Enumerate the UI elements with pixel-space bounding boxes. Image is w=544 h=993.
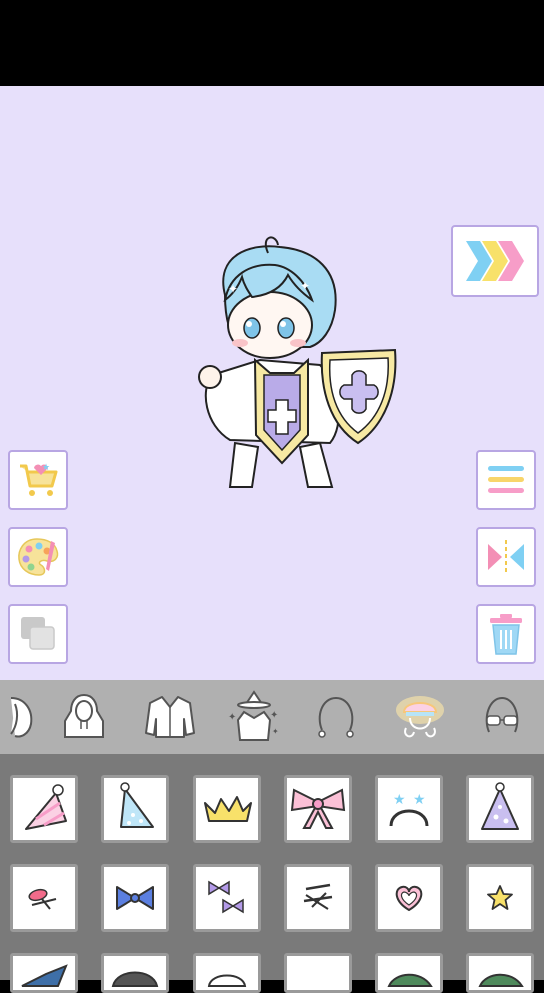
item-yellow-crown[interactable] — [193, 775, 261, 843]
party-hat-icon — [25, 784, 67, 830]
palette-button[interactable] — [8, 527, 68, 587]
hamburger-icon — [488, 466, 524, 493]
item-heart-pin[interactable] — [375, 864, 443, 932]
triple-chevron-right-icon — [466, 241, 524, 281]
palette-icon — [18, 538, 59, 576]
delete-button[interactable] — [476, 604, 536, 664]
ribbon-icon — [290, 788, 346, 829]
star-icon — [487, 885, 513, 910]
svg-text:★: ★ — [393, 792, 406, 808]
dark-hat-icon — [111, 971, 159, 987]
tab-hair[interactable] — [0, 680, 50, 754]
item-star-headband[interactable]: ★ ★ — [375, 775, 443, 843]
tab-accessory[interactable] — [384, 680, 456, 754]
mini-bows-icon — [208, 880, 244, 914]
svg-text:✦: ✦ — [270, 710, 278, 721]
party-hat-icon — [481, 782, 519, 830]
svg-text:★: ★ — [413, 792, 426, 808]
heart-icon — [395, 885, 423, 912]
layers-button[interactable] — [8, 604, 68, 664]
svg-text:✦: ✦ — [272, 727, 279, 736]
item-pink-party-hat[interactable] — [10, 775, 78, 843]
green-hat-icon — [478, 973, 524, 987]
tab-face[interactable] — [300, 680, 372, 754]
item-blue-party-hat[interactable] — [101, 775, 169, 843]
tab-jacket[interactable] — [134, 680, 206, 754]
item-partial-1[interactable] — [10, 953, 78, 993]
tab-hoodie[interactable] — [48, 680, 120, 754]
hoodie-icon — [64, 693, 104, 738]
svg-text:★: ★ — [42, 463, 50, 473]
item-star-pin[interactable] — [466, 864, 534, 932]
star-headband-icon: ★ ★ — [389, 792, 429, 827]
hair-icon — [10, 697, 33, 738]
svg-text:✦: ✦ — [228, 282, 238, 296]
shopping-cart-icon: ★ — [20, 463, 58, 496]
chibi-knight-character: ✦ ✦ — [198, 236, 397, 488]
next-button[interactable] — [451, 225, 539, 297]
tab-glasses[interactable] — [466, 680, 538, 754]
menu-button[interactable] — [476, 450, 536, 510]
party-hat-icon — [120, 782, 154, 828]
item-partial-6[interactable] — [466, 953, 534, 993]
bow-icon — [116, 886, 154, 910]
item-partial-2[interactable] — [101, 953, 169, 993]
hairpin-icon — [28, 888, 57, 910]
layers-icon — [21, 617, 55, 650]
category-tab-bar: ✦ ✦ ✦ — [0, 680, 544, 754]
hairpin-icon — [303, 883, 333, 910]
items-panel: ★ ★ — [0, 754, 544, 993]
svg-text:✦: ✦ — [300, 279, 310, 293]
flip-button[interactable] — [476, 527, 536, 587]
item-pink-hairpin[interactable] — [10, 864, 78, 932]
head-outline-icon — [318, 696, 354, 738]
mirror-flip-icon — [488, 540, 524, 574]
item-cross-hairpins[interactable] — [284, 864, 352, 932]
hat-accessory-icon — [396, 696, 444, 738]
item-purple-party-hat[interactable] — [466, 775, 534, 843]
tab-costume[interactable]: ✦ ✦ ✦ — [218, 680, 290, 754]
item-pink-ribbon-bow[interactable] — [284, 775, 352, 843]
crown-icon — [204, 796, 252, 822]
svg-text:✦: ✦ — [228, 712, 236, 723]
wizard-costume-icon: ✦ ✦ ✦ — [228, 690, 279, 741]
witch-hat-icon — [21, 964, 68, 987]
item-purple-mini-bows[interactable] — [193, 864, 261, 932]
character-preview[interactable]: ✦ ✦ — [190, 225, 405, 500]
item-partial-5[interactable] — [375, 953, 443, 993]
item-partial-3[interactable] — [193, 953, 261, 993]
trash-icon — [490, 614, 522, 655]
item-partial-4[interactable] — [284, 953, 352, 993]
shop-cart-button[interactable]: ★ — [8, 450, 68, 510]
green-hat-icon — [387, 973, 433, 987]
glasses-icon — [485, 696, 519, 733]
status-bar — [0, 0, 544, 86]
white-hat-icon — [207, 974, 247, 987]
item-blue-bow[interactable] — [101, 864, 169, 932]
jacket-icon — [145, 696, 195, 738]
